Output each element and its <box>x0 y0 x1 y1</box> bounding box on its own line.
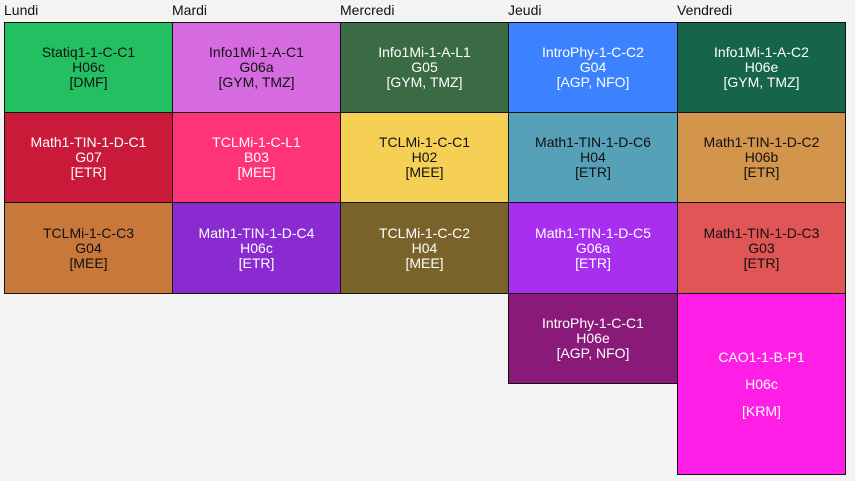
course-name: Info1Mi-1-A-L1 <box>378 44 471 60</box>
course-room: G03 <box>748 239 775 256</box>
course-teachers: [ETR] <box>238 254 275 271</box>
course-name: Math1-TIN-1-D-C6 <box>535 134 651 150</box>
course-room: H06b <box>744 149 779 165</box>
course-block-jeudi-1[interactable]: IntroPhy-1-C-C2 G04 [AGP, NFO] <box>508 22 678 113</box>
course-teachers: [DMF] <box>69 74 108 90</box>
course-block-mardi-1[interactable]: Info1Mi-1-A-C1 G06a [GYM, TMZ] <box>172 22 341 113</box>
course-name: TCLMi-1-C-L1 <box>212 134 301 150</box>
course-name: TCLMi-1-C-C1 <box>379 134 470 150</box>
course-name: IntroPhy-1-C-C2 <box>542 44 644 60</box>
course-block-mercredi-2[interactable]: TCLMi-1-C-C1 H02 [MEE] <box>340 112 509 203</box>
day-header-mardi: Mardi <box>172 2 208 18</box>
course-name: IntroPhy-1-C-C1 <box>542 315 644 331</box>
course-block-lundi-3[interactable]: TCLMi-1-C-C3 G04 [MEE] <box>4 202 173 294</box>
course-room: H06c <box>72 59 105 75</box>
course-name: TCLMi-1-C-C2 <box>379 224 470 241</box>
course-name: Statiq1-1-C-C1 <box>41 44 136 60</box>
course-name: Info1Mi-1-A-C2 <box>714 44 809 60</box>
course-block-vendredi-2[interactable]: Math1-TIN-1-D-C2 H06b [ETR] <box>677 112 846 203</box>
course-name: TCLMi-1-C-C3 <box>43 224 134 241</box>
course-teachers: [ETR] <box>743 254 780 271</box>
course-block-lundi-1[interactable]: Statiq1-1-C-C1 H06c [DMF] <box>4 22 173 113</box>
day-header-jeudi: Jeudi <box>508 2 542 18</box>
course-block-vendredi-3[interactable]: Math1-TIN-1-D-C3 G03 [ETR] <box>677 202 846 294</box>
course-name: CAO1-1-B-P1 <box>718 348 805 365</box>
course-teachers: [ETR] <box>575 164 611 180</box>
course-room: G05 <box>411 59 438 75</box>
course-room: G06a <box>239 59 274 75</box>
course-room: H06c <box>745 375 778 392</box>
course-name: Math1-TIN-1-D-C1 <box>30 134 147 150</box>
course-teachers: [MEE] <box>405 254 444 271</box>
course-room: G04 <box>75 239 102 256</box>
course-room: H02 <box>411 149 438 165</box>
course-block-mardi-2[interactable]: TCLMi-1-C-L1 B03 [MEE] <box>172 112 341 203</box>
course-block-jeudi-4[interactable]: IntroPhy-1-C-C1 H06e [AGP, NFO] <box>508 293 678 384</box>
course-block-mardi-3[interactable]: Math1-TIN-1-D-C4 H06c [ETR] <box>172 202 341 294</box>
course-block-lundi-2[interactable]: Math1-TIN-1-D-C1 G07 [ETR] <box>4 112 173 203</box>
course-room: H04 <box>580 149 606 165</box>
course-block-vendredi-1[interactable]: Info1Mi-1-A-C2 H06e [GYM, TMZ] <box>677 22 846 113</box>
course-teachers: [GYM, TMZ] <box>386 74 463 90</box>
course-room: H06e <box>576 330 610 346</box>
course-teachers: [AGP, NFO] <box>556 345 630 361</box>
course-room: B03 <box>244 149 269 165</box>
course-teachers: [AGP, NFO] <box>556 74 630 90</box>
weekly-schedule: Lundi Mardi Mercredi Jeudi Vendredi Stat… <box>0 0 855 481</box>
course-teachers: [ETR] <box>575 254 611 271</box>
course-room: H06c <box>240 239 273 256</box>
course-teachers: [MEE] <box>237 164 276 180</box>
course-room: G06a <box>575 239 611 256</box>
course-name: Info1Mi-1-A-C1 <box>209 44 304 60</box>
course-block-mercredi-1[interactable]: Info1Mi-1-A-L1 G05 [GYM, TMZ] <box>340 22 509 113</box>
course-teachers: [GYM, TMZ] <box>218 74 295 90</box>
course-name: Math1-TIN-1-D-C2 <box>703 134 820 150</box>
course-room: H06e <box>744 59 779 75</box>
course-teachers: [ETR] <box>70 164 107 180</box>
course-room: H04 <box>411 239 438 256</box>
course-block-mercredi-3[interactable]: TCLMi-1-C-C2 H04 [MEE] <box>340 202 509 294</box>
course-teachers: [KRM] <box>742 402 781 419</box>
course-name: Math1-TIN-1-D-C4 <box>198 224 315 241</box>
course-block-jeudi-2[interactable]: Math1-TIN-1-D-C6 H04 [ETR] <box>508 112 678 203</box>
course-block-jeudi-3[interactable]: Math1-TIN-1-D-C5 G06a [ETR] <box>508 202 678 294</box>
day-header-lundi: Lundi <box>4 2 39 18</box>
course-name: Math1-TIN-1-D-C3 <box>703 224 820 241</box>
course-room: G07 <box>75 149 102 165</box>
course-name: Math1-TIN-1-D-C5 <box>535 224 651 241</box>
day-header-mercredi: Mercredi <box>340 2 395 18</box>
day-header-vendredi: Vendredi <box>677 2 733 18</box>
course-teachers: [ETR] <box>743 164 780 180</box>
course-room: G04 <box>579 59 607 75</box>
course-block-vendredi-4[interactable]: CAO1-1-B-P1 H06c [KRM] <box>677 293 846 475</box>
course-teachers: [MEE] <box>69 254 108 271</box>
course-teachers: [GYM, TMZ] <box>723 74 800 90</box>
course-teachers: [MEE] <box>405 164 444 180</box>
